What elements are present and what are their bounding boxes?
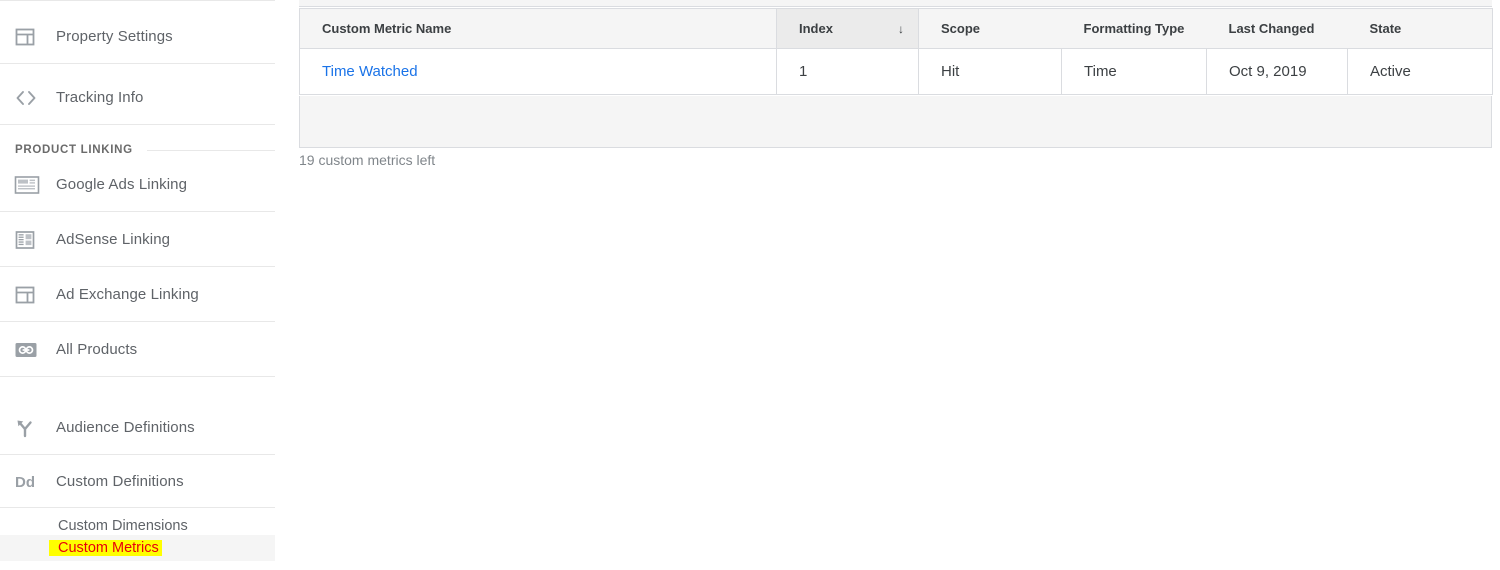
code-brackets-icon — [14, 86, 44, 110]
sidebar-item-label: Ad Exchange Linking — [56, 286, 199, 303]
column-header-label: State — [1369, 21, 1402, 36]
sidebar-section-rule — [146, 149, 275, 151]
adsense-icon — [14, 228, 44, 252]
table-header: Custom Metric Name Index ↓ Scope Formatt… — [299, 8, 1493, 49]
table-row: Time Watched 1 Hit Time Oct 9, 2019 Acti… — [299, 48, 1493, 95]
all-products-icon — [14, 338, 44, 362]
column-header-state[interactable]: State — [1347, 8, 1493, 49]
sidebar-item-adsense-linking[interactable]: AdSense Linking — [0, 213, 275, 267]
column-header-last-changed[interactable]: Last Changed — [1206, 8, 1348, 49]
column-header-label: Index — [799, 21, 833, 36]
sidebar-top-divider — [0, 0, 275, 1]
table-body: Time Watched 1 Hit Time Oct 9, 2019 Acti… — [299, 48, 1493, 95]
sidebar-item-ad-exchange-linking[interactable]: Ad Exchange Linking — [0, 268, 275, 322]
sidebar-subitem-custom-metrics[interactable]: Custom Metrics — [0, 535, 275, 561]
table-footer-bar — [299, 96, 1492, 148]
column-header-index[interactable]: Index ↓ — [776, 8, 919, 49]
cell-last-changed: Oct 9, 2019 — [1206, 48, 1348, 95]
sidebar-item-label: Tracking Info — [56, 89, 144, 106]
audience-definitions-icon — [14, 416, 44, 440]
sidebar-item-tracking-info[interactable]: Tracking Info — [0, 71, 275, 125]
sidebar-item-all-products[interactable]: All Products — [0, 323, 275, 377]
sidebar-item-label: AdSense Linking — [56, 231, 171, 248]
sidebar-subitem-label-highlighted: Custom Metrics — [49, 540, 162, 556]
custom-metrics-remaining-note: 19 custom metrics left — [299, 152, 436, 168]
table-top-partial-row — [299, 0, 1492, 7]
cell-state: Active — [1347, 48, 1493, 95]
cell-index: 1 — [776, 48, 919, 95]
sidebar-item-custom-definitions[interactable]: Dd Custom Definitions — [0, 456, 275, 508]
table-header-row: Custom Metric Name Index ↓ Scope Formatt… — [299, 8, 1493, 49]
column-header-label: Last Changed — [1228, 21, 1315, 36]
settings-sidebar: Property Settings Tracking Info PRODUCT … — [0, 0, 290, 570]
svg-text:Dd: Dd — [15, 474, 35, 491]
google-ads-icon — [14, 173, 44, 197]
custom-metric-name-link[interactable]: Time Watched — [322, 63, 418, 80]
column-header-label: Formatting Type — [1083, 21, 1185, 36]
custom-metrics-table: Custom Metric Name Index ↓ Scope Formatt… — [299, 8, 1493, 95]
page-root: Property Settings Tracking Info PRODUCT … — [0, 0, 1500, 570]
sidebar-subitem-label: Custom Dimensions — [58, 518, 188, 534]
cell-formatting-type: Time — [1061, 48, 1207, 95]
custom-definitions-icon: Dd — [14, 470, 44, 494]
sidebar-item-google-ads-linking[interactable]: Google Ads Linking — [0, 158, 275, 212]
sidebar-section-label: PRODUCT LINKING — [15, 144, 133, 156]
column-header-label: Custom Metric Name — [322, 21, 452, 36]
sidebar-item-label: All Products — [56, 341, 138, 358]
cell-scope: Hit — [918, 48, 1062, 95]
sidebar-item-label: Google Ads Linking — [56, 176, 188, 193]
sidebar-item-audience-definitions[interactable]: Audience Definitions — [0, 401, 275, 455]
sidebar-item-property-settings[interactable]: Property Settings — [0, 10, 275, 64]
sort-descending-icon: ↓ — [898, 21, 904, 36]
sidebar-item-label: Custom Definitions — [56, 473, 184, 490]
cell-custom-metric-name: Time Watched — [299, 48, 777, 95]
column-header-label: Scope — [941, 21, 981, 36]
property-settings-icon — [14, 25, 44, 49]
column-header-scope[interactable]: Scope — [918, 8, 1062, 49]
column-header-custom-metric-name[interactable]: Custom Metric Name — [299, 8, 777, 49]
sidebar-item-label: Audience Definitions — [56, 419, 195, 436]
ad-exchange-icon — [14, 283, 44, 307]
column-header-formatting-type[interactable]: Formatting Type — [1061, 8, 1207, 49]
sidebar-item-label: Property Settings — [56, 28, 173, 45]
